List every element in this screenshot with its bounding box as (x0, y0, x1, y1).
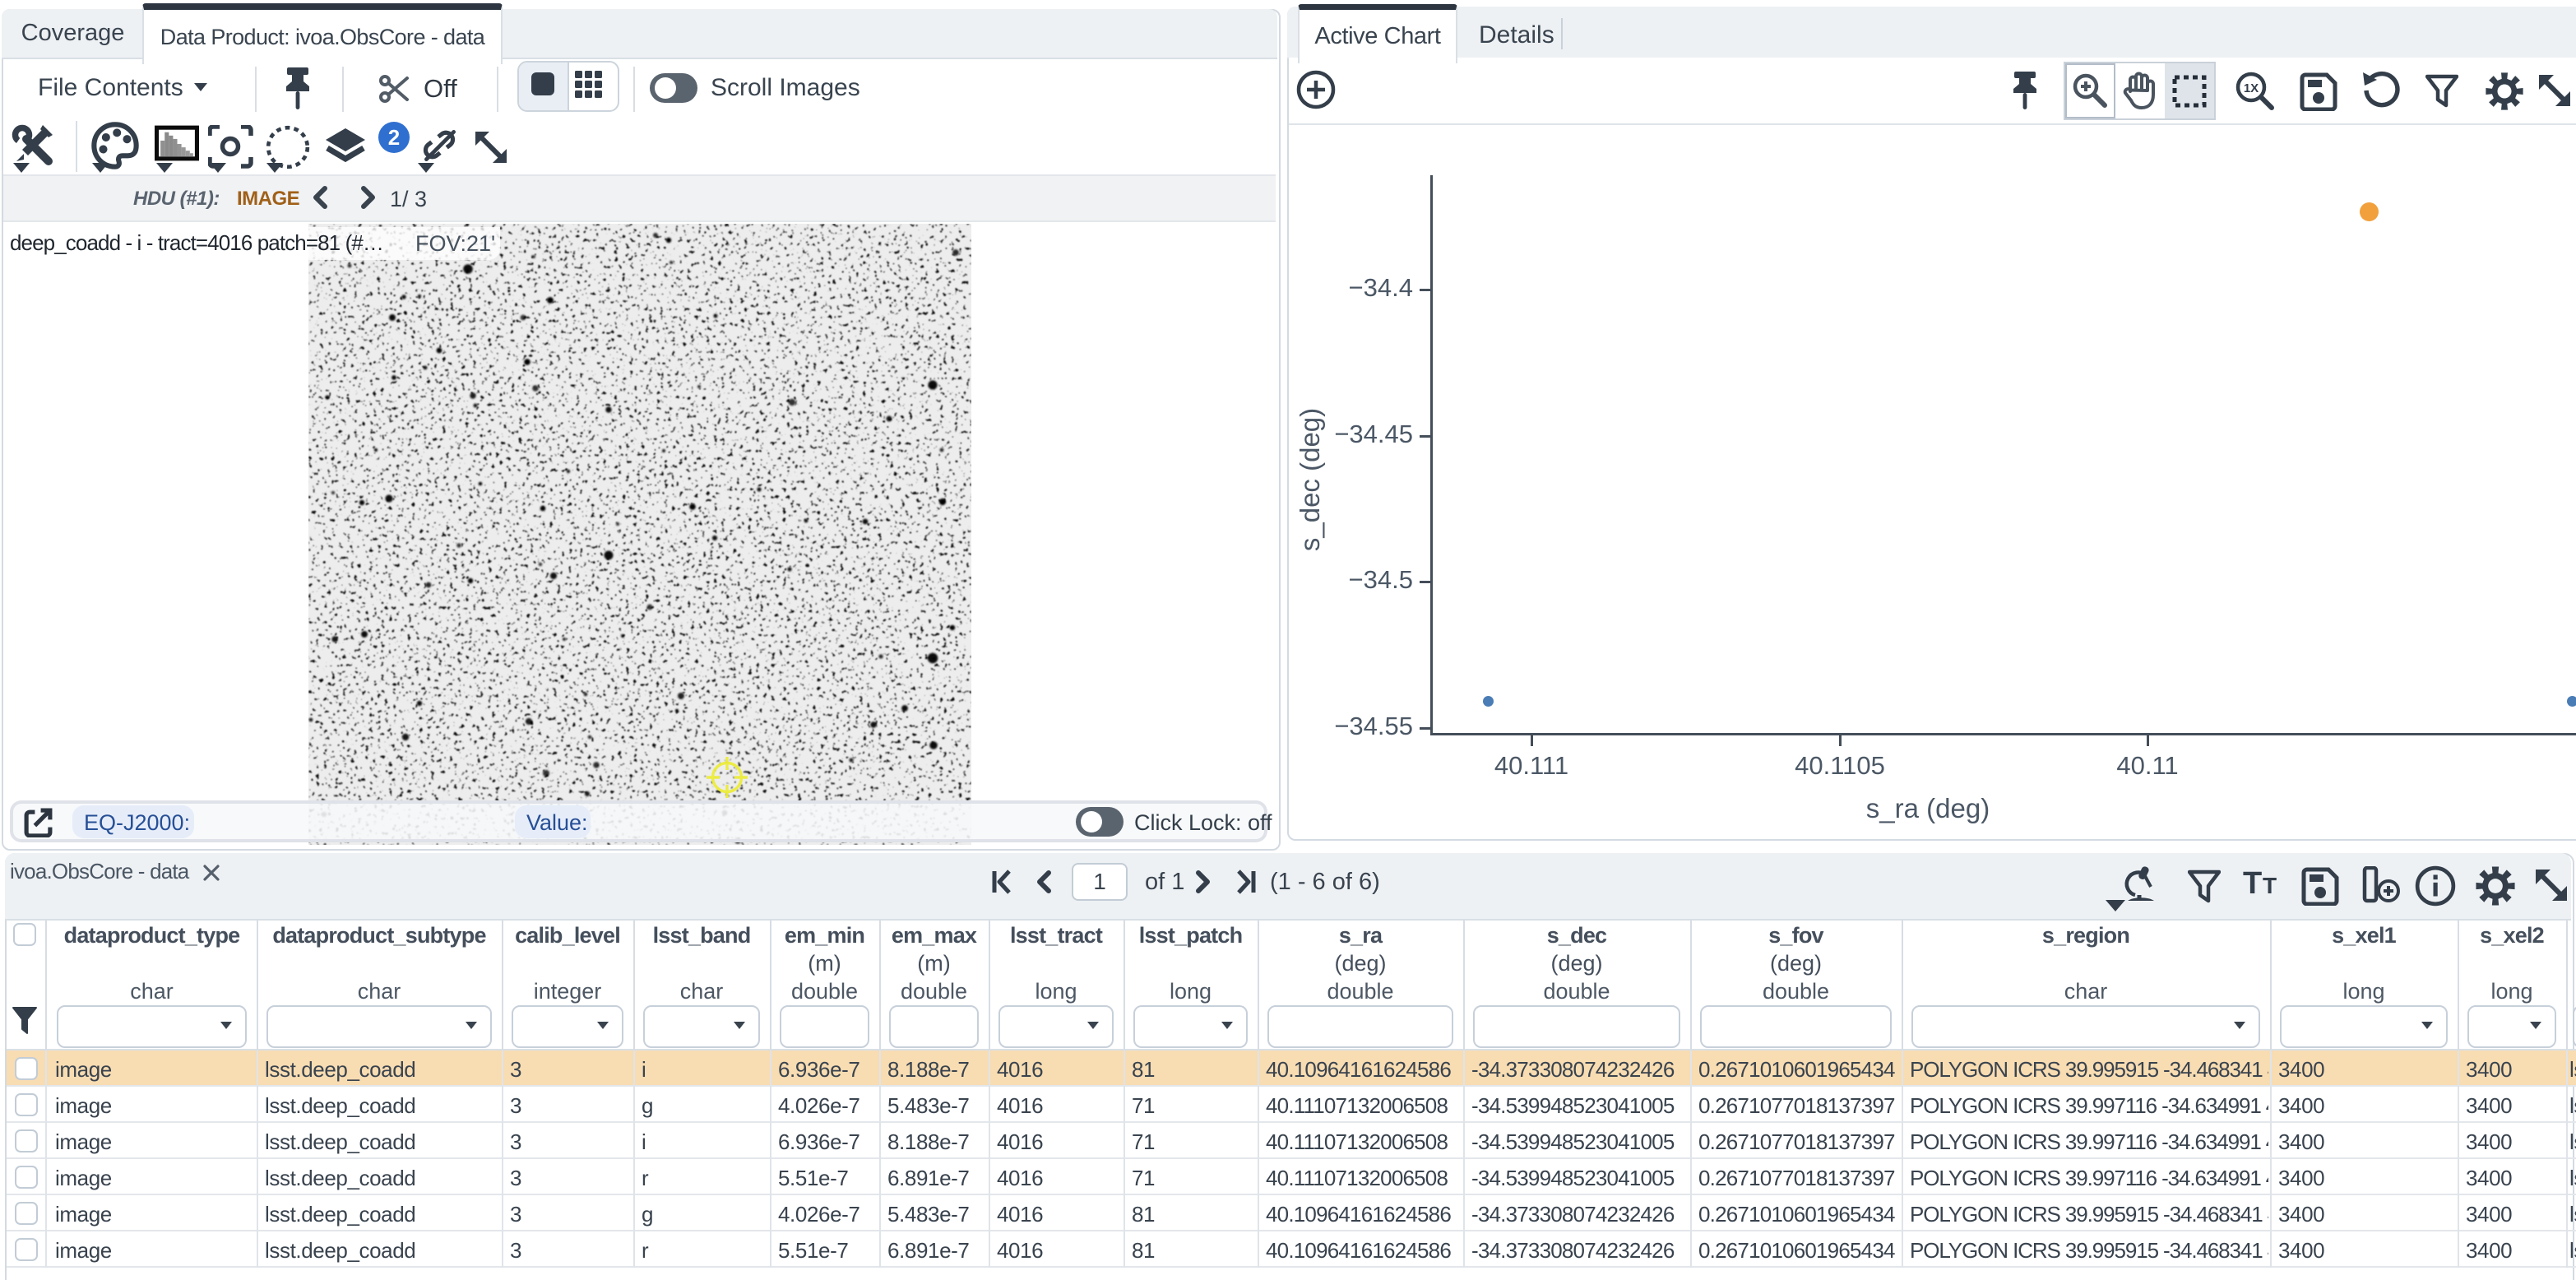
svg-text:T: T (2243, 869, 2262, 901)
svg-text:1X: 1X (2244, 81, 2259, 95)
svg-text:T: T (2263, 873, 2277, 898)
